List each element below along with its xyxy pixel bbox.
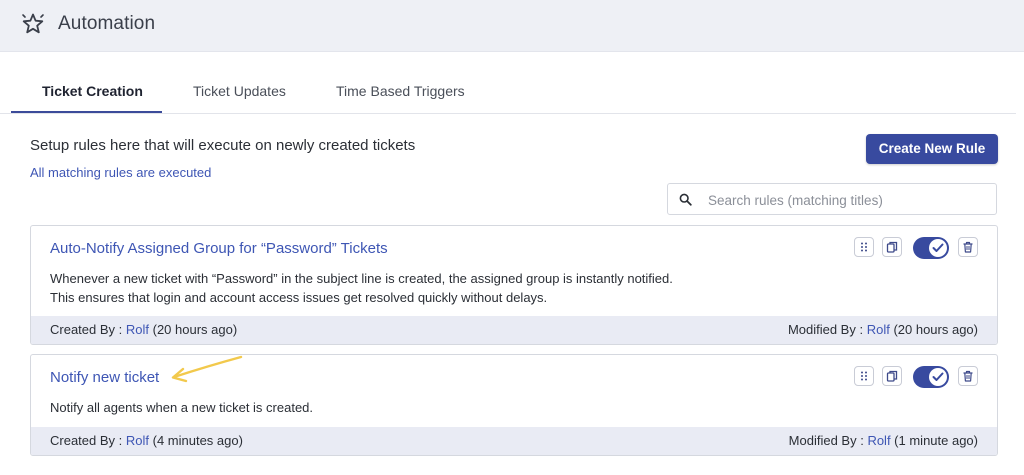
rule-description: Notify all agents when a new ticket is c… [50,398,313,417]
drag-handle-button[interactable] [854,237,874,257]
created-time: (4 minutes ago) [149,433,243,448]
rule-enabled-toggle[interactable] [913,366,949,388]
drag-handle-icon [861,242,867,252]
modified-by: Modified By : Rolf (20 hours ago) [788,322,978,337]
modified-label: Modified By : [787,322,867,337]
trash-icon [963,241,973,253]
rule-card: Auto-Notify Assigned Group for “Password… [30,225,998,345]
duplicate-button[interactable] [882,366,902,386]
delete-button[interactable] [958,237,978,257]
rule-title[interactable]: Auto-Notify Assigned Group for “Password… [50,240,388,257]
check-icon [932,243,944,252]
tab-time-based-triggers[interactable]: Time Based Triggers [336,83,465,99]
delete-button[interactable] [958,366,978,386]
rule-footer: Created By : Rolf (20 hours ago) Modifie… [31,316,997,344]
creator-link[interactable]: Rolf [126,433,149,448]
rule-description-line: Whenever a new ticket with “Password” in… [50,271,673,286]
modified-by: Modified By : Rolf (1 minute ago) [789,433,978,448]
rule-enabled-toggle[interactable] [913,237,949,259]
toggle-knob [929,239,947,257]
setup-description: Setup rules here that will execute on ne… [30,137,416,154]
tab-ticket-updates[interactable]: Ticket Updates [193,83,286,99]
search-box [667,183,997,215]
drag-handle-icon [861,371,867,381]
rule-title[interactable]: Notify new ticket [50,369,159,386]
rule-actions [854,237,978,259]
toggle-knob [929,368,947,386]
created-by: Created By : Rolf (20 hours ago) [50,322,237,337]
active-tab-indicator [11,111,162,113]
search-input[interactable] [708,189,988,211]
copy-icon [886,241,898,253]
modifier-link[interactable]: Rolf [867,433,890,448]
tab-ticket-creation[interactable]: Ticket Creation [42,83,143,99]
created-by: Created By : Rolf (4 minutes ago) [50,433,243,448]
star-icon [22,13,44,34]
rule-actions [854,366,978,388]
page-header: Automation [0,0,1024,52]
rule-description: Whenever a new ticket with “Password” in… [50,269,673,307]
matching-rules-note: All matching rules are executed [30,165,212,180]
modified-time: (1 minute ago) [890,433,978,448]
modified-label: Modified By : [788,433,868,448]
created-label: Created By : [50,322,126,337]
drag-handle-button[interactable] [854,366,874,386]
modified-time: (20 hours ago) [889,322,978,337]
rule-footer: Created By : Rolf (4 minutes ago) Modifi… [31,427,997,455]
tab-bar: Ticket Creation Ticket Updates Time Base… [0,74,1016,114]
page-title: Automation [58,13,156,34]
rule-description-line: Notify all agents when a new ticket is c… [50,400,314,415]
creator-link[interactable]: Rolf [126,322,149,337]
trash-icon [963,370,973,382]
annotation-arrow-icon [171,355,243,383]
modifier-link[interactable]: Rolf [867,322,890,337]
create-new-rule-button[interactable]: Create New Rule [866,134,998,164]
created-time: (20 hours ago) [149,322,238,337]
duplicate-button[interactable] [882,237,902,257]
created-label: Created By : [50,433,126,448]
rule-description-line: This ensures that login and account acce… [50,290,548,305]
search-icon [679,193,692,206]
copy-icon [886,370,898,382]
check-icon [932,372,944,381]
